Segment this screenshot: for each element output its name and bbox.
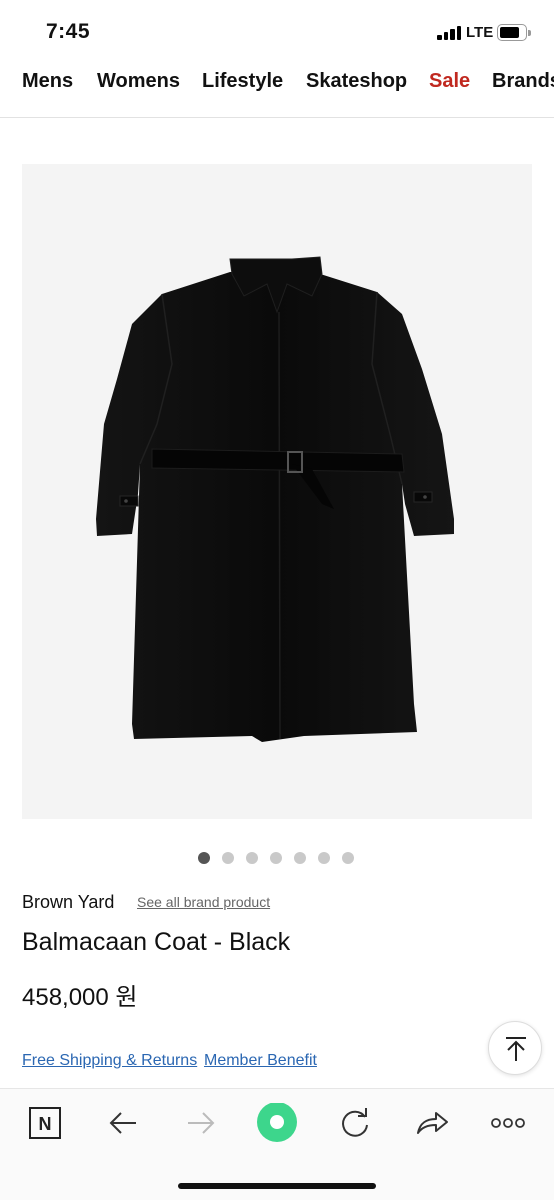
battery-cap — [528, 30, 531, 36]
product-image[interactable] — [22, 164, 532, 819]
battery-icon — [497, 24, 527, 41]
forward-button[interactable] — [180, 1103, 224, 1143]
back-arrow-icon — [109, 1112, 136, 1134]
carousel-dot-1[interactable] — [198, 852, 210, 864]
more-icon — [491, 1118, 525, 1128]
refresh-button[interactable] — [336, 1103, 380, 1143]
product-title: Balmacaan Coat - Black — [22, 928, 291, 956]
nav-womens[interactable]: Womens — [97, 70, 180, 93]
cellular-signal-icon — [437, 26, 463, 40]
arrow-up-icon — [506, 1037, 526, 1061]
top-nav: Mens Womens Lifestyle Skateshop Sale Bra… — [0, 62, 554, 118]
back-button[interactable] — [104, 1103, 148, 1143]
status-bar: 7:45 LTE — [0, 0, 554, 62]
nav-brands[interactable]: Brands — [492, 70, 554, 93]
carousel-dot-7[interactable] — [342, 852, 354, 864]
green-dot-button[interactable] — [256, 1103, 300, 1143]
see-all-brand-link[interactable]: See all brand product — [137, 894, 270, 910]
nav-skateshop[interactable]: Skateshop — [306, 70, 407, 93]
home-indicator — [178, 1183, 376, 1189]
product-price: 458,000 원 — [22, 984, 138, 1011]
nav-mens[interactable]: Mens — [22, 70, 73, 93]
carousel-dot-4[interactable] — [270, 852, 282, 864]
svg-text:N: N — [39, 1114, 52, 1134]
nav-sale[interactable]: Sale — [429, 70, 470, 93]
share-icon — [417, 1112, 448, 1134]
nav-lifestyle[interactable]: Lifestyle — [202, 70, 283, 93]
carousel-dot-6[interactable] — [318, 852, 330, 864]
green-dot-icon — [257, 1103, 297, 1142]
share-button[interactable] — [412, 1103, 456, 1143]
carousel-dot-5[interactable] — [294, 852, 306, 864]
coat-illustration — [96, 256, 454, 742]
scroll-to-top-button[interactable] — [488, 1021, 542, 1075]
forward-arrow-icon — [188, 1112, 215, 1134]
free-shipping-link[interactable]: Free Shipping & Returns — [22, 1052, 197, 1070]
refresh-icon — [342, 1108, 368, 1137]
naver-home-button[interactable]: N — [26, 1103, 70, 1143]
more-button[interactable] — [488, 1103, 532, 1143]
naver-home-icon: N — [29, 1107, 61, 1139]
brand-name: Brown Yard — [22, 892, 115, 912]
status-time: 7:45 — [46, 20, 91, 43]
carousel-dot-3[interactable] — [246, 852, 258, 864]
carousel-dot-2[interactable] — [222, 852, 234, 864]
member-benefit-link[interactable]: Member Benefit — [204, 1052, 317, 1070]
network-type: LTE — [466, 24, 494, 41]
